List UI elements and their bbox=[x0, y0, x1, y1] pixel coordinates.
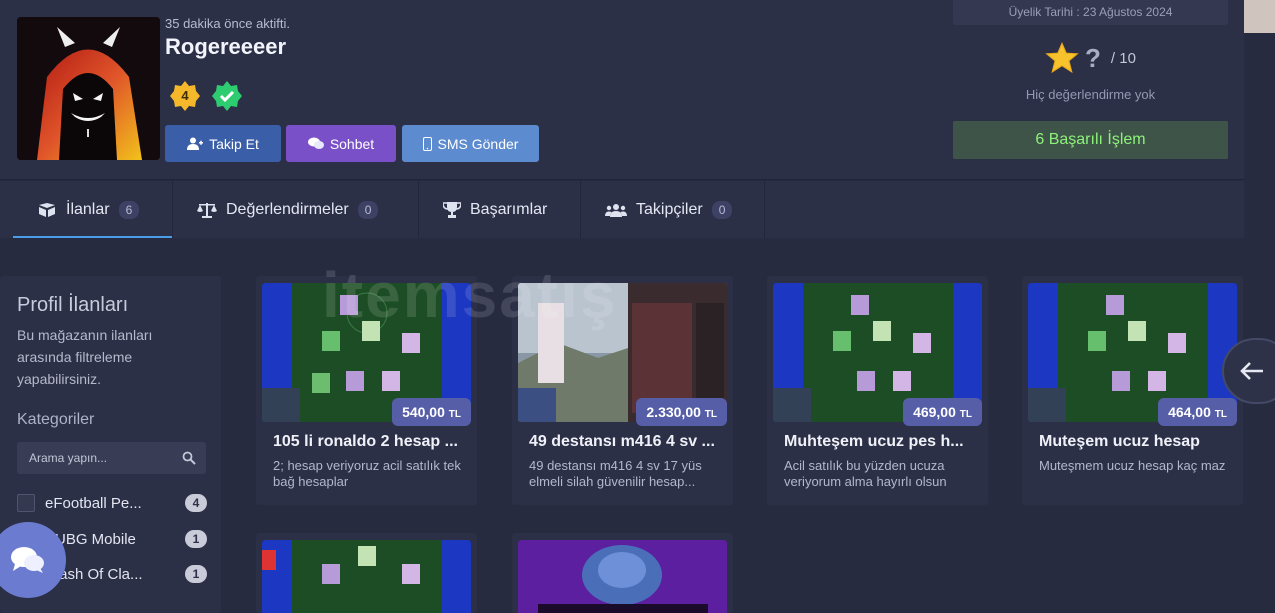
listing-card[interactable] bbox=[512, 533, 733, 613]
listing-description: Acil satılık bu yüzden ucuza veriyorum a… bbox=[784, 458, 947, 489]
rating-max: / 10 bbox=[1110, 49, 1136, 67]
categories-heading: Kategoriler bbox=[17, 411, 95, 428]
chat-label: Sohbet bbox=[329, 135, 375, 152]
tab-listings-label: İlanlar bbox=[66, 200, 110, 218]
profile-tabs: İlanlar 6 Değerlendirmeler 0 Başarımlar … bbox=[0, 181, 1244, 238]
tab-achievements[interactable]: Başarımlar bbox=[419, 181, 581, 238]
listing-card[interactable]: 2.330,00 TL 49 destansı m416 4 sv ... 49… bbox=[512, 276, 733, 505]
listing-description: 2; hesap veriyoruz acil satılık tek bağ … bbox=[273, 458, 461, 489]
listing-price: 469,00 TL bbox=[903, 398, 982, 426]
follow-button[interactable]: Takip Et bbox=[165, 125, 281, 162]
profile-header: 35 dakika önce aktifti. Rogereeeer 4 Tak… bbox=[0, 0, 1244, 180]
category-search-input[interactable] bbox=[17, 442, 206, 474]
sms-button[interactable]: SMS Gönder bbox=[402, 125, 539, 162]
tab-followers[interactable]: Takipçiler 0 bbox=[581, 181, 765, 238]
listing-price: 540,00 TL bbox=[392, 398, 471, 426]
filter-count: 1 bbox=[185, 565, 207, 583]
tab-reviews[interactable]: Değerlendirmeler 0 bbox=[173, 181, 419, 238]
listing-title[interactable]: 105 li ronaldo 2 hesap ... bbox=[273, 433, 463, 451]
tab-listings[interactable]: İlanlar 6 bbox=[0, 181, 173, 238]
tab-achievements-label: Başarımlar bbox=[470, 200, 548, 218]
follow-label: Takip Et bbox=[209, 135, 259, 152]
sidebar-title: Profil İlanları bbox=[17, 294, 129, 316]
tab-listings-count: 6 bbox=[118, 200, 140, 219]
listing-card[interactable]: 469,00 TL Muhteşem ucuz pes h... Acil sa… bbox=[767, 276, 988, 505]
successful-transactions: 6 Başarılı İşlem bbox=[953, 121, 1228, 159]
listing-price: 2.330,00 TL bbox=[636, 398, 727, 426]
avatar[interactable] bbox=[17, 17, 160, 160]
filter-count: 4 bbox=[185, 494, 207, 512]
chat-icon bbox=[11, 547, 44, 573]
search-icon[interactable] bbox=[182, 451, 196, 465]
filter-checkbox[interactable] bbox=[17, 494, 35, 512]
listing-price: 464,00 TL bbox=[1158, 398, 1237, 426]
no-rating-text: Hiç değerlendirme yok bbox=[1025, 87, 1156, 102]
rating: ? / 10 bbox=[953, 38, 1228, 78]
box-icon bbox=[39, 202, 55, 217]
users-icon bbox=[605, 203, 627, 217]
filter-label: Clash Of Cla... bbox=[45, 565, 143, 583]
tab-reviews-count: 0 bbox=[357, 200, 379, 219]
sidebar-description: Bu mağazanın ilanları arasında filtrelem… bbox=[17, 327, 153, 387]
username: Rogereeeer bbox=[165, 34, 287, 59]
listing-title[interactable]: Muhteşem ucuz pes h... bbox=[784, 433, 974, 451]
balance-scale-icon bbox=[197, 202, 217, 218]
user-plus-icon bbox=[187, 137, 204, 150]
tab-followers-count: 0 bbox=[711, 200, 733, 219]
member-since: Üyelik Tarihi : 23 Ağustos 2024 bbox=[953, 0, 1228, 25]
arrow-left-icon bbox=[1240, 362, 1263, 380]
tab-followers-label: Takipçiler bbox=[636, 200, 703, 218]
rating-value: ? bbox=[1085, 42, 1101, 73]
filter-count: 1 bbox=[185, 530, 207, 548]
listing-image[interactable] bbox=[262, 540, 471, 613]
mobile-phone-icon bbox=[422, 136, 432, 151]
listing-image[interactable] bbox=[518, 540, 727, 613]
trophy-icon bbox=[443, 201, 461, 218]
last-active-text: 35 dakika önce aktifti. bbox=[165, 16, 291, 31]
chat-icon bbox=[307, 137, 324, 149]
tab-reviews-label: Değerlendirmeler bbox=[226, 200, 349, 218]
chat-button[interactable]: Sohbet bbox=[286, 125, 396, 162]
sms-label: SMS Gönder bbox=[437, 135, 519, 152]
star-icon bbox=[1045, 42, 1079, 74]
verified-icon bbox=[211, 80, 243, 112]
level-badge: 4 bbox=[169, 80, 201, 112]
listing-title[interactable]: Muteşem ucuz hesap bbox=[1039, 433, 1229, 451]
listing-description: Muteşmem ucuz hesap kaç maz bbox=[1039, 458, 1226, 473]
background-strip bbox=[1244, 0, 1275, 33]
listing-card[interactable]: 540,00 TL 105 li ronaldo 2 hesap ... 2; … bbox=[256, 276, 477, 505]
filter-label: PUBG Mobile bbox=[45, 530, 136, 548]
listing-card[interactable] bbox=[256, 533, 477, 613]
level-value: 4 bbox=[181, 88, 189, 103]
listing-card[interactable]: 464,00 TL Muteşem ucuz hesap Muteşmem uc… bbox=[1022, 276, 1243, 505]
listing-title[interactable]: 49 destansı m416 4 sv ... bbox=[529, 433, 719, 451]
filter-label: eFootball Pe... bbox=[45, 494, 142, 512]
listing-description: 49 destansı m416 4 sv 17 yüs elmeli sila… bbox=[529, 458, 702, 489]
filter-item-efootball[interactable]: eFootball Pe... 4 bbox=[17, 492, 207, 514]
